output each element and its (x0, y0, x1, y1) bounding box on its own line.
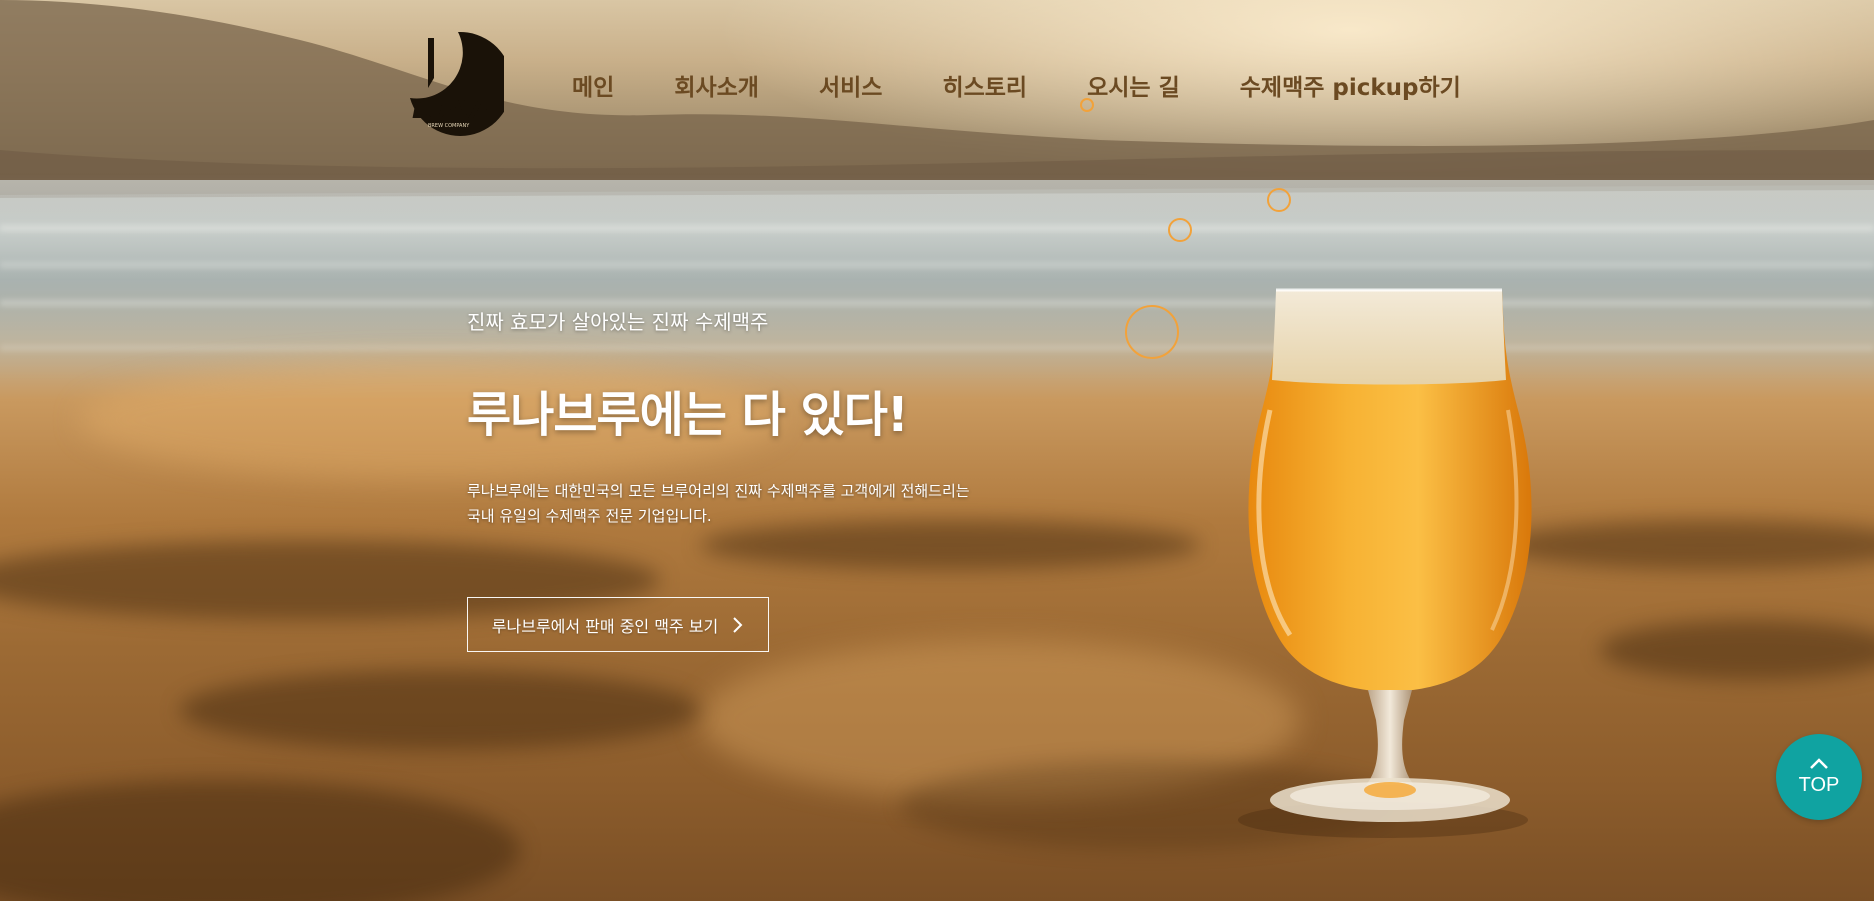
hero-description: 루나브루에는 대한민국의 모든 브루어리의 진짜 수제맥주를 고객에게 전해드리… (467, 479, 1027, 529)
nav-item-history[interactable]: 히스토리 (942, 68, 1027, 102)
hero-description-line: 루나브루에는 대한민국의 모든 브루어리의 진짜 수제맥주를 고객에게 전해드리… (467, 482, 970, 500)
logo-subtext: BREW COMPANY (428, 123, 470, 129)
footprint-shadow (180, 670, 700, 750)
view-beers-button[interactable]: 루나브루에서 판매 중인 맥주 보기 (467, 597, 769, 652)
hero-subtitle: 진짜 효모가 살아있는 진짜 수제맥주 (467, 310, 769, 334)
bubble-decoration (1168, 218, 1192, 242)
wave (0, 225, 1874, 231)
nav-item-location[interactable]: 오시는 길 (1087, 68, 1180, 102)
logo-text: LUNA (412, 95, 490, 125)
bubble-decoration (1125, 305, 1179, 359)
view-beers-label: 루나브루에서 판매 중인 맥주 보기 (491, 616, 719, 636)
wave (0, 262, 1874, 268)
nav-item-main[interactable]: 메인 (572, 68, 614, 102)
footprint-shadow (0, 780, 520, 901)
nav-item-service[interactable]: 서비스 (819, 68, 882, 102)
chevron-right-icon (733, 616, 743, 633)
footprint-shadow (1600, 620, 1874, 680)
beer-glass-image (1238, 288, 1532, 838)
bubble-decoration (1080, 98, 1094, 112)
bubble-decoration (1267, 188, 1291, 212)
chevron-up-icon (1810, 757, 1828, 769)
nav-item-pickup[interactable]: 수제맥주 pickup하기 (1240, 68, 1461, 102)
hero-headline: 루나브루에는 다 있다! (467, 387, 909, 443)
scroll-top-button[interactable]: TOP (1776, 734, 1862, 820)
hero-description-line: 국내 유일의 수제맥주 전문 기업입니다. (467, 507, 712, 525)
luna-brew-logo[interactable]: LUNA BREW COMPANY (400, 28, 504, 136)
scroll-top-label: TOP (1798, 773, 1840, 796)
main-nav: 메인 회사소개 서비스 히스토리 오시는 길 수제맥주 pickup하기 (572, 68, 1461, 102)
hero-section: LUNA BREW COMPANY 메인 회사소개 서비스 히스토리 오시는 길… (0, 0, 1874, 901)
nav-item-about[interactable]: 회사소개 (674, 68, 759, 102)
